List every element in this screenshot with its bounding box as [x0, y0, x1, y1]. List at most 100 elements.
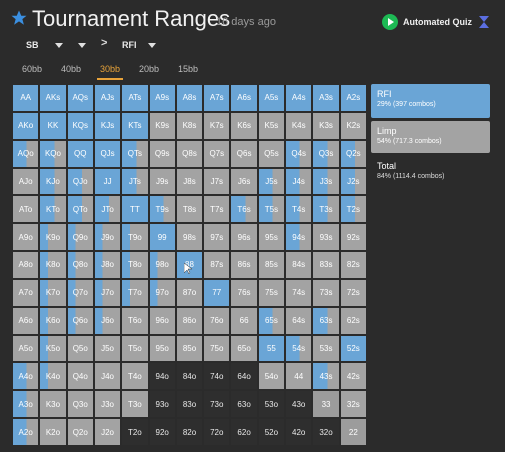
- hand-cell-87s[interactable]: 87s: [203, 251, 231, 279]
- hand-cell-kqs[interactable]: KQs: [66, 111, 94, 140]
- hand-cell-q4s[interactable]: Q4s: [285, 139, 313, 168]
- tab-60bb[interactable]: 60bb: [22, 64, 42, 74]
- hand-cell-q8s[interactable]: Q8s: [175, 139, 204, 168]
- hand-cell-t2o[interactable]: T2o: [121, 418, 149, 446]
- hand-cell-q9s[interactable]: Q9s: [148, 139, 176, 168]
- hand-cell-j5s[interactable]: J5s: [257, 167, 286, 196]
- hand-cell-86o[interactable]: 86o: [175, 306, 204, 335]
- hand-cell-k5o[interactable]: K5o: [39, 334, 67, 363]
- hand-cell-54o[interactable]: 54o: [257, 362, 286, 391]
- hand-cell-q9o[interactable]: Q9o: [66, 223, 94, 252]
- hand-cell-a5s[interactable]: A5s: [257, 84, 286, 112]
- hand-cell-ats[interactable]: ATs: [121, 84, 149, 112]
- hand-cell-j4s[interactable]: J4s: [285, 167, 313, 196]
- chevron-down-icon[interactable]: [55, 43, 63, 48]
- action-select[interactable]: RFI: [122, 40, 137, 50]
- star-icon[interactable]: [10, 9, 28, 27]
- hand-cell-j3o[interactable]: J3o: [93, 390, 122, 419]
- hand-cell-j8s[interactable]: J8s: [175, 167, 204, 196]
- hand-cell-99[interactable]: 99: [148, 223, 176, 252]
- hand-cell-ajo[interactable]: AJo: [12, 167, 40, 196]
- hand-cell-92o[interactable]: 92o: [148, 418, 176, 446]
- hand-cell-ajs[interactable]: AJs: [93, 84, 122, 112]
- hand-cell-k6s[interactable]: K6s: [230, 111, 258, 140]
- hand-cell-qts[interactable]: QTs: [121, 139, 149, 168]
- hand-cell-a9s[interactable]: A9s: [148, 84, 176, 112]
- hand-cell-52s[interactable]: 52s: [339, 334, 367, 363]
- hand-cell-j2s[interactable]: J2s: [339, 167, 367, 196]
- hand-cell-95o[interactable]: 95o: [148, 334, 176, 363]
- hand-cell-a8s[interactable]: A8s: [175, 84, 204, 112]
- hand-cell-86s[interactable]: 86s: [230, 251, 258, 279]
- hand-cell-63s[interactable]: 63s: [312, 306, 340, 335]
- hand-cell-aqs[interactable]: AQs: [66, 84, 94, 112]
- hand-cell-95s[interactable]: 95s: [257, 223, 286, 252]
- hand-cell-a7o[interactable]: A7o: [12, 278, 40, 307]
- hand-cell-64o[interactable]: 64o: [230, 362, 258, 391]
- hand-cell-66[interactable]: 66: [230, 306, 258, 335]
- hand-cell-qjo[interactable]: QJo: [66, 167, 94, 196]
- hand-cell-32s[interactable]: 32s: [339, 390, 367, 419]
- hand-cell-t7s[interactable]: T7s: [203, 195, 231, 224]
- hand-cell-jj[interactable]: JJ: [93, 167, 122, 196]
- hand-cell-94s[interactable]: 94s: [285, 223, 313, 252]
- hand-cell-j9s[interactable]: J9s: [148, 167, 176, 196]
- hand-cell-t9o[interactable]: T9o: [121, 223, 149, 252]
- hand-cell-93o[interactable]: 93o: [148, 390, 176, 419]
- hand-cell-k5s[interactable]: K5s: [257, 111, 286, 140]
- hand-cell-t2s[interactable]: T2s: [339, 195, 367, 224]
- hand-cell-64s[interactable]: 64s: [285, 306, 313, 335]
- hand-cell-t3o[interactable]: T3o: [121, 390, 149, 419]
- hand-cell-83o[interactable]: 83o: [175, 390, 204, 419]
- hand-cell-q6s[interactable]: Q6s: [230, 139, 258, 168]
- hand-cell-t8s[interactable]: T8s: [175, 195, 204, 224]
- hand-cell-a4o[interactable]: A4o: [12, 362, 40, 391]
- tab-30bb[interactable]: 30bb: [100, 64, 120, 74]
- hand-cell-22[interactable]: 22: [339, 418, 367, 446]
- hand-cell-t6s[interactable]: T6s: [230, 195, 258, 224]
- hand-cell-97s[interactable]: 97s: [203, 223, 231, 252]
- hand-cell-kts[interactable]: KTs: [121, 111, 149, 140]
- hand-cell-t5o[interactable]: T5o: [121, 334, 149, 363]
- hand-cell-98o[interactable]: 98o: [148, 251, 176, 279]
- hand-cell-75s[interactable]: 75s: [257, 278, 286, 307]
- hand-cell-82o[interactable]: 82o: [175, 418, 204, 446]
- hand-cell-t3s[interactable]: T3s: [312, 195, 340, 224]
- hand-cell-96o[interactable]: 96o: [148, 306, 176, 335]
- hand-cell-53s[interactable]: 53s: [312, 334, 340, 363]
- hand-cell-kjo[interactable]: KJo: [39, 167, 67, 196]
- hand-cell-a4s[interactable]: A4s: [285, 84, 313, 112]
- hand-cell-a3o[interactable]: A3o: [12, 390, 40, 419]
- hand-cell-t8o[interactable]: T8o: [121, 251, 149, 279]
- hand-cell-k2o[interactable]: K2o: [39, 418, 67, 446]
- hand-cell-a2s[interactable]: A2s: [339, 84, 367, 112]
- hand-cell-q3o[interactable]: Q3o: [66, 390, 94, 419]
- position-select[interactable]: SB: [26, 40, 39, 50]
- hand-cell-a3s[interactable]: A3s: [312, 84, 340, 112]
- hand-cell-k8o[interactable]: K8o: [39, 251, 67, 279]
- hand-cell-k7o[interactable]: K7o: [39, 278, 67, 307]
- legend-limp[interactable]: Limp 54% (717.3 combos): [371, 121, 490, 153]
- hand-cell-42o[interactable]: 42o: [285, 418, 313, 446]
- hand-cell-jto[interactable]: JTo: [93, 195, 122, 224]
- hand-cell-63o[interactable]: 63o: [230, 390, 258, 419]
- hand-cell-a2o[interactable]: A2o: [12, 418, 40, 446]
- hand-cell-j7o[interactable]: J7o: [93, 278, 122, 307]
- hand-cell-85s[interactable]: 85s: [257, 251, 286, 279]
- hand-cell-j5o[interactable]: J5o: [93, 334, 122, 363]
- hand-cell-ako[interactable]: AKo: [12, 111, 40, 140]
- hand-cell-ato[interactable]: ATo: [12, 195, 40, 224]
- hand-cell-q8o[interactable]: Q8o: [66, 251, 94, 279]
- hand-cell-32o[interactable]: 32o: [312, 418, 340, 446]
- hand-cell-54s[interactable]: 54s: [285, 334, 313, 363]
- hand-cell-a6o[interactable]: A6o: [12, 306, 40, 335]
- hand-cell-j3s[interactable]: J3s: [312, 167, 340, 196]
- hand-cell-k9o[interactable]: K9o: [39, 223, 67, 252]
- hand-cell-94o[interactable]: 94o: [148, 362, 176, 391]
- hand-cell-k9s[interactable]: K9s: [148, 111, 176, 140]
- hand-cell-84o[interactable]: 84o: [175, 362, 204, 391]
- hand-cell-t5s[interactable]: T5s: [257, 195, 286, 224]
- hand-cell-t4s[interactable]: T4s: [285, 195, 313, 224]
- hand-cell-k3o[interactable]: K3o: [39, 390, 67, 419]
- hand-cell-73o[interactable]: 73o: [203, 390, 231, 419]
